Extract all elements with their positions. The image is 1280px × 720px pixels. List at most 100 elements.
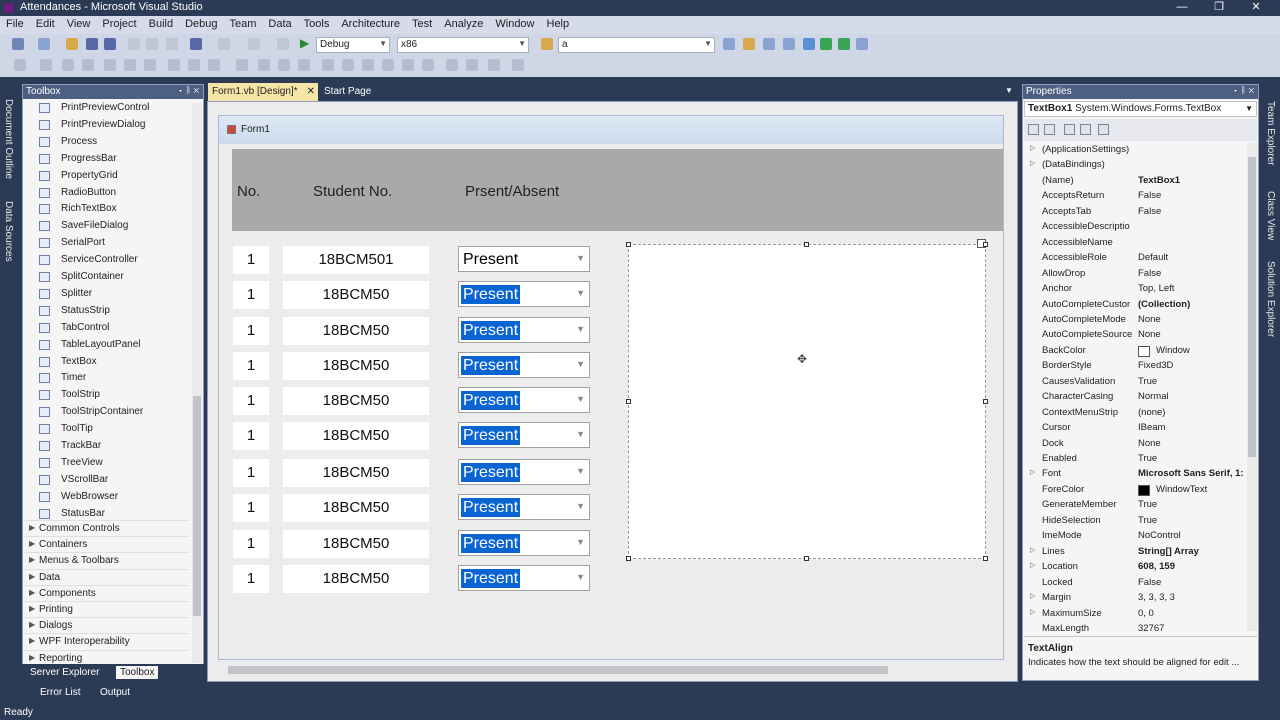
student-no-field[interactable]: 18BCM50 (283, 565, 429, 593)
row-number[interactable]: 1 (233, 281, 269, 309)
close-window-button[interactable]: ✕ (1238, 0, 1274, 16)
student-no-field[interactable]: 18BCM50 (283, 352, 429, 380)
categorized-icon[interactable] (1028, 124, 1039, 135)
menu-file[interactable]: File (0, 16, 30, 30)
horizontal-spacing-icon[interactable] (236, 59, 248, 71)
start-debug-icon[interactable]: ▶ (300, 36, 309, 50)
row-number[interactable]: 1 (233, 352, 269, 380)
property-row[interactable]: Dock None (1024, 437, 1245, 453)
toolbox-scrollbar[interactable] (192, 103, 202, 663)
toolbox-category[interactable]: ▶ Menus & Toolbars (23, 552, 189, 568)
textbox1[interactable]: ✥ (628, 244, 986, 559)
property-row[interactable]: ▷ Font Microsoft Sans Serif, 1: (1024, 467, 1245, 483)
copy-icon[interactable] (146, 38, 158, 50)
find-input[interactable]: a ▼ (558, 37, 715, 53)
property-value[interactable]: True (1138, 376, 1245, 387)
open-file-icon[interactable] (66, 38, 78, 50)
same-height-icon[interactable] (188, 59, 200, 71)
property-value[interactable]: None (1138, 314, 1245, 325)
toolbox-item[interactable]: Process (23, 134, 193, 151)
output-tab[interactable]: Output (96, 686, 134, 699)
expand-icon[interactable]: ▷ (1030, 159, 1035, 167)
resize-handle[interactable] (626, 242, 631, 247)
property-row[interactable]: AcceptsReturn False (1024, 189, 1245, 205)
row-number[interactable]: 1 (233, 387, 269, 415)
menu-build[interactable]: Build (143, 16, 179, 30)
expand-icon[interactable]: ▷ (1030, 546, 1035, 554)
designer-hscrollbar[interactable] (220, 664, 1001, 677)
property-row[interactable]: ▷ MaximumSize 0, 0 (1024, 607, 1245, 623)
property-value[interactable]: NoControl (1138, 530, 1245, 541)
property-value[interactable]: Normal (1138, 391, 1245, 402)
property-value[interactable]: Fixed3D (1138, 360, 1245, 371)
toolbox-item[interactable]: ToolStrip (23, 387, 193, 404)
property-value[interactable]: 32767 (1138, 623, 1245, 634)
property-value[interactable]: False (1138, 577, 1245, 588)
lock-controls-icon[interactable] (512, 59, 524, 71)
toolbox-item[interactable]: PrintPreviewControl (23, 100, 193, 117)
server-explorer-tab[interactable]: Server Explorer (26, 666, 103, 679)
property-row[interactable]: AutoCompleteCustor (Collection) (1024, 298, 1245, 314)
toolbox-item[interactable]: ServiceController (23, 252, 193, 269)
same-size-icon[interactable] (208, 59, 220, 71)
align-bottoms-icon[interactable] (144, 59, 156, 71)
property-row[interactable]: AccessibleDescriptio (1024, 220, 1245, 236)
menu-test[interactable]: Test (406, 16, 438, 30)
resize-handle[interactable] (983, 556, 988, 561)
student-no-field[interactable]: 18BCM50 (283, 422, 429, 450)
toolbox-category[interactable]: ▶ Common Controls (23, 520, 189, 536)
property-row[interactable]: Anchor Top, Left (1024, 282, 1245, 298)
align-middles-icon[interactable] (124, 59, 136, 71)
expand-icon[interactable]: ▷ (1030, 561, 1035, 569)
toolbox-item[interactable]: SaveFileDialog (23, 218, 193, 235)
configuration-dropdown[interactable]: Debug ▼ (316, 37, 390, 53)
object-browser-icon[interactable] (783, 38, 795, 50)
property-value[interactable]: 3, 3, 3, 3 (1138, 592, 1245, 603)
menu-debug[interactable]: Debug (179, 16, 223, 30)
align-rights-icon[interactable] (82, 59, 94, 71)
send-to-back-icon[interactable] (466, 59, 478, 71)
solution-explorer-icon[interactable] (743, 38, 755, 50)
events-icon[interactable] (1080, 124, 1091, 135)
property-row[interactable]: ▷ (ApplicationSettings) (1024, 143, 1245, 159)
property-value[interactable]: 0, 0 (1138, 608, 1245, 619)
expand-icon[interactable]: ▷ (1030, 144, 1035, 152)
object-selector-dropdown[interactable]: TextBox1 System.Windows.Forms.TextBox ▼ (1024, 101, 1257, 117)
property-pages-icon[interactable] (1098, 124, 1109, 135)
document-outline-tab[interactable]: Document Outline (3, 99, 14, 179)
property-row[interactable]: BackColor Window (1024, 344, 1245, 360)
align-centers-icon[interactable] (62, 59, 74, 71)
menu-architecture[interactable]: Architecture (335, 16, 406, 30)
toolbox-item[interactable]: ProgressBar (23, 151, 193, 168)
navigate-forward-icon[interactable] (277, 38, 289, 50)
property-row[interactable]: CharacterCasing Normal (1024, 390, 1245, 406)
toolbox-category[interactable]: ▶ Data (23, 568, 189, 585)
cut-icon[interactable] (128, 38, 140, 50)
tab-order-icon[interactable] (488, 59, 500, 71)
student-no-field[interactable]: 18BCM50 (283, 281, 429, 309)
property-row[interactable]: AccessibleRole Default (1024, 251, 1245, 267)
row-number[interactable]: 1 (233, 565, 269, 593)
property-row[interactable]: ContextMenuStrip (none) (1024, 406, 1245, 422)
property-row[interactable]: ImeMode NoControl (1024, 529, 1245, 545)
pane-controls-icon[interactable]: ▾ ᛒ ✕ (178, 85, 199, 95)
property-value[interactable]: Top, Left (1138, 283, 1245, 294)
tab-start-page[interactable]: Start Page (320, 83, 382, 101)
row-number[interactable]: 1 (233, 317, 269, 345)
pane-controls-icon[interactable]: ▾ ᛒ ✕ (1233, 85, 1254, 95)
status-combobox[interactable]: Present ▼ (458, 246, 590, 272)
solution-explorer-tab[interactable]: Solution Explorer (1265, 261, 1276, 337)
property-row[interactable]: BorderStyle Fixed3D (1024, 359, 1245, 375)
resize-handle[interactable] (983, 399, 988, 404)
toolbox-item[interactable]: ToolTip (23, 421, 193, 438)
property-value[interactable]: None (1138, 438, 1245, 449)
toolbox-item[interactable]: PropertyGrid (23, 168, 193, 185)
status-combobox[interactable]: Present ▼ (458, 494, 590, 520)
properties-scrollbar[interactable] (1247, 143, 1257, 631)
toolbox-item[interactable]: TreeView (23, 455, 193, 472)
save-all-icon[interactable] (104, 38, 116, 50)
resize-handle[interactable] (983, 242, 988, 247)
toolbox-category[interactable]: ▶ Containers (23, 536, 189, 552)
scroll-thumb[interactable] (228, 666, 888, 674)
save-icon[interactable] (86, 38, 98, 50)
